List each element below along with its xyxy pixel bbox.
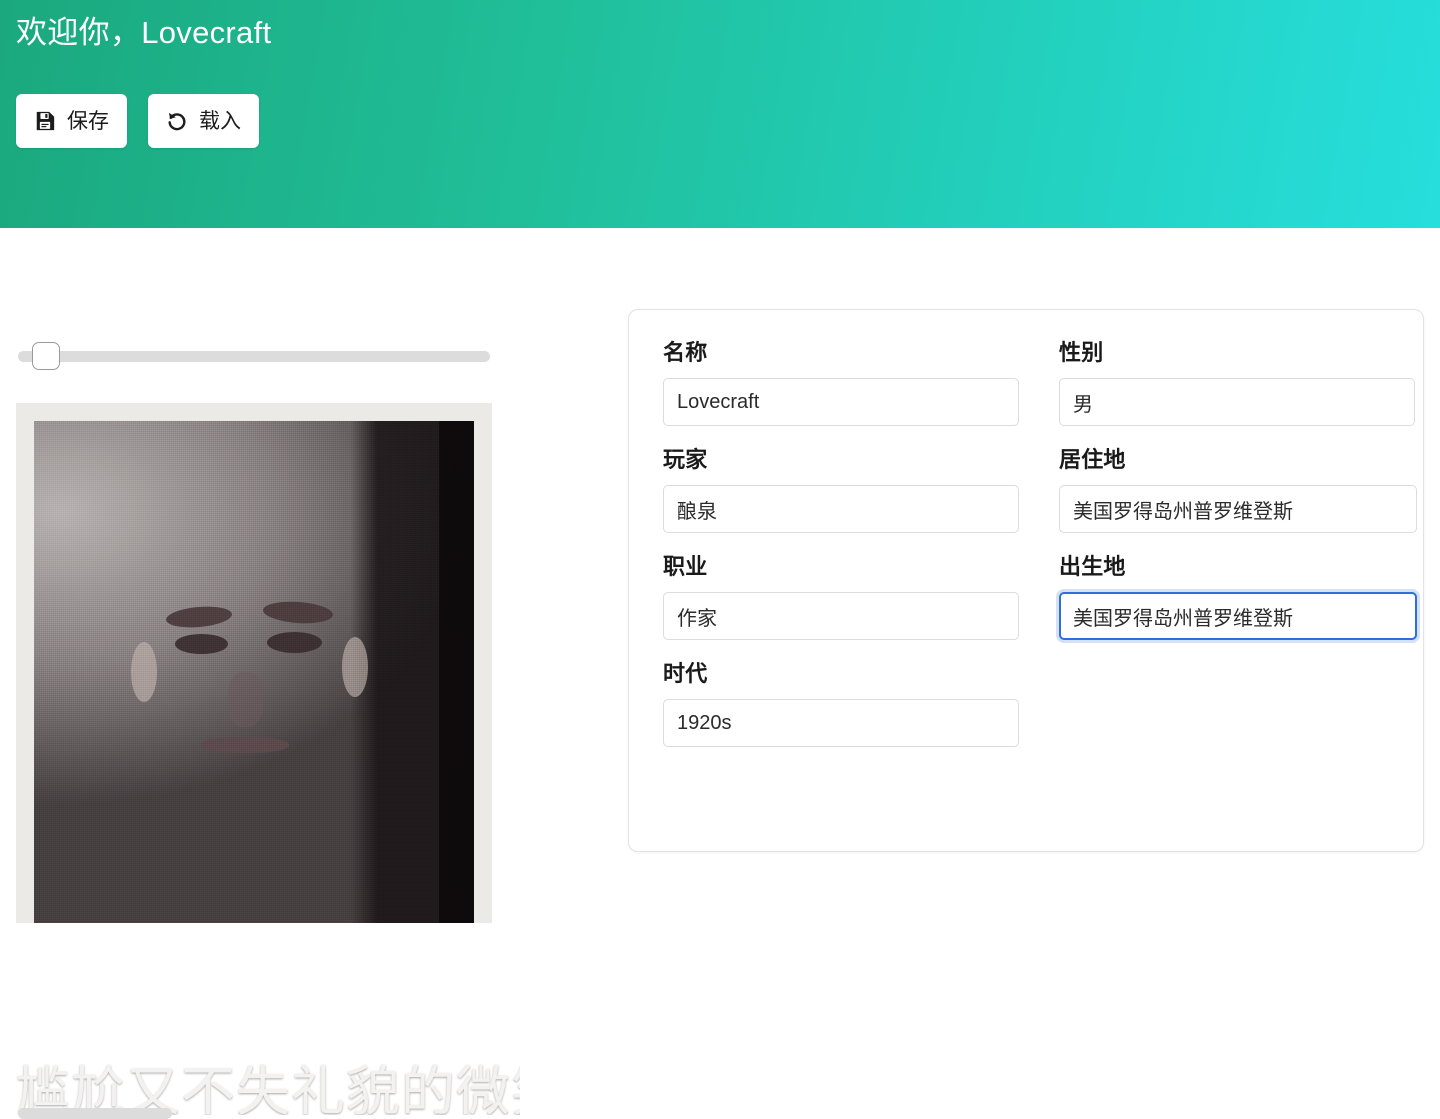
field-gender: 性别 <box>1059 342 1415 426</box>
save-button[interactable]: 保存 <box>16 94 127 148</box>
name-input[interactable] <box>663 378 1019 426</box>
field-occupation: 职业 <box>663 556 1019 640</box>
field-gender-label: 性别 <box>1059 340 1104 365</box>
field-era: 时代 <box>663 663 1019 747</box>
occupation-input[interactable] <box>663 592 1019 640</box>
header-button-group: 保存 载入 <box>16 94 259 148</box>
portrait-frame[interactable] <box>16 403 492 923</box>
portrait-grain-overlay <box>34 421 474 923</box>
residence-input[interactable] <box>1059 485 1417 533</box>
gender-input[interactable] <box>1059 378 1415 426</box>
character-info-card: 名称 性别 玩家 居住地 职业 出生地 时代 <box>628 309 1424 852</box>
field-residence-label: 居住地 <box>1059 447 1126 472</box>
secondary-slider-track[interactable] <box>18 1108 172 1119</box>
era-input[interactable] <box>663 699 1019 747</box>
save-button-label: 保存 <box>67 109 109 133</box>
slider-thumb[interactable] <box>32 342 60 370</box>
field-name-label: 名称 <box>663 340 708 365</box>
image-zoom-slider[interactable] <box>18 342 490 370</box>
load-button-label: 载入 <box>199 109 241 133</box>
field-player-label: 玩家 <box>663 447 708 472</box>
field-era-label: 时代 <box>663 661 708 686</box>
field-birthplace-label: 出生地 <box>1059 554 1126 579</box>
field-residence: 居住地 <box>1059 447 1417 533</box>
load-button[interactable]: 载入 <box>148 94 259 148</box>
field-name: 名称 <box>663 342 1019 426</box>
field-birthplace: 出生地 <box>1059 554 1417 640</box>
floppy-disk-icon <box>34 110 56 132</box>
undo-arrow-icon <box>166 110 188 132</box>
player-input[interactable] <box>663 485 1019 533</box>
page-title: 欢迎你，Lovecraft <box>16 15 272 50</box>
portrait-panel: 尴尬又不失礼貌的微笑 <box>0 228 520 1119</box>
field-occupation-label: 职业 <box>663 554 708 579</box>
slider-track[interactable] <box>18 351 490 362</box>
app-header: 欢迎你，Lovecraft 保存 载入 <box>0 0 1440 228</box>
character-portrait[interactable] <box>34 421 474 923</box>
field-player: 玩家 <box>663 449 1019 533</box>
character-form: 名称 性别 玩家 居住地 职业 出生地 时代 <box>663 342 1417 770</box>
birthplace-input[interactable] <box>1059 592 1417 640</box>
portrait-caption-area: 尴尬又不失礼貌的微笑 <box>16 1018 520 1115</box>
